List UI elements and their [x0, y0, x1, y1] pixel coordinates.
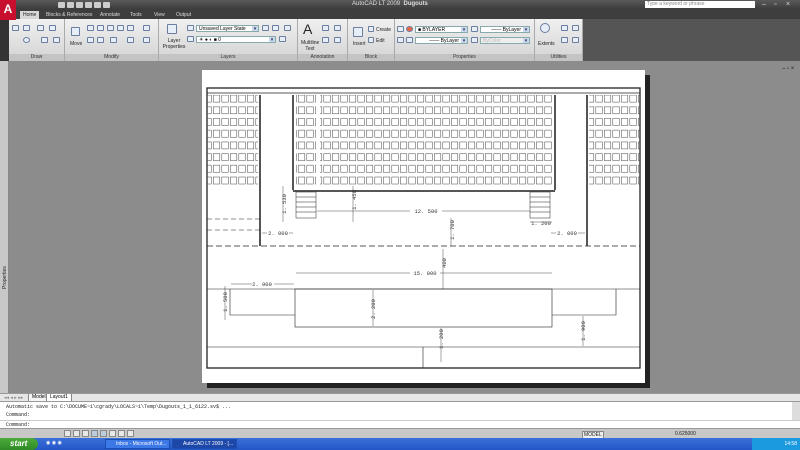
dim-label: 1. 500	[222, 292, 229, 312]
dim-label: 1. 900	[580, 321, 587, 341]
dim-label: 1. 530	[281, 194, 288, 214]
system-tray: 14:58	[752, 438, 800, 450]
dim-label: 1. 200	[531, 220, 551, 227]
grid-toggle[interactable]	[73, 430, 80, 437]
clock: 14:58	[784, 441, 797, 447]
drawing-canvas[interactable]: 1. 530 1. 450 12. 500 1. 700 1. 200 2. 0…	[0, 0, 800, 450]
polar-toggle[interactable]	[91, 430, 98, 437]
layout-tabs-bar: ◂◂ ◂ ▸ ▸▸ Model Layout1	[0, 393, 800, 402]
dim-label: 400	[441, 258, 448, 268]
command-window: Automatic save to C:\DOCUME~1\cgrady\LOC…	[0, 401, 800, 428]
dyn-toggle[interactable]	[118, 430, 125, 437]
dim-label: 2. 000	[557, 230, 577, 237]
center-seating	[320, 95, 532, 188]
dugout-plan-center	[294, 288, 553, 328]
start-button[interactable]: start	[0, 438, 38, 450]
lwt-toggle[interactable]	[127, 430, 134, 437]
command-history-line: Automatic save to C:\DOCUME~1\cgrady\LOC…	[6, 404, 232, 410]
dim-label: 1. 450	[351, 190, 358, 210]
viewport-scale[interactable]: 0.625000	[675, 431, 696, 437]
dim-label: 2. 200	[370, 299, 377, 319]
status-bar: MODEL 0.625000	[0, 428, 800, 439]
dimension-lines	[224, 186, 585, 362]
right-seating	[589, 95, 640, 185]
dim-label: 15. 000	[413, 270, 436, 277]
quick-launch-icons[interactable]: ◉ ◉ ◉	[46, 440, 62, 446]
dim-label: 2. 900	[252, 281, 272, 288]
dim-label: 12. 500	[414, 208, 437, 215]
otrack-toggle[interactable]	[109, 430, 116, 437]
taskbar-item-autocad[interactable]: AutoCAD LT 2009 - [...	[172, 439, 237, 449]
osnap-toggle[interactable]	[100, 430, 107, 437]
command-history-line: Command:	[6, 412, 31, 418]
dugout-drawing	[206, 87, 641, 369]
right-stairs	[529, 191, 551, 219]
left-seating	[207, 95, 258, 185]
taskbar: start ◉ ◉ ◉ Inbox - Microsoft Out... Aut…	[0, 438, 800, 450]
ortho-toggle[interactable]	[82, 430, 89, 437]
taskbar-item-outlook[interactable]: Inbox - Microsoft Out...	[105, 439, 170, 449]
left-stairs	[295, 191, 317, 219]
dim-label: 2. 000	[268, 230, 288, 237]
command-scrollbar[interactable]	[792, 402, 800, 420]
dimension-labels: 1. 530 1. 450 12. 500 1. 700 1. 200 2. 0…	[222, 190, 587, 349]
dim-label: 1. 700	[449, 220, 456, 240]
snap-toggle[interactable]	[64, 430, 71, 437]
app-menu-logo[interactable]: A	[0, 0, 16, 20]
dim-label: 1. 200	[438, 329, 445, 349]
